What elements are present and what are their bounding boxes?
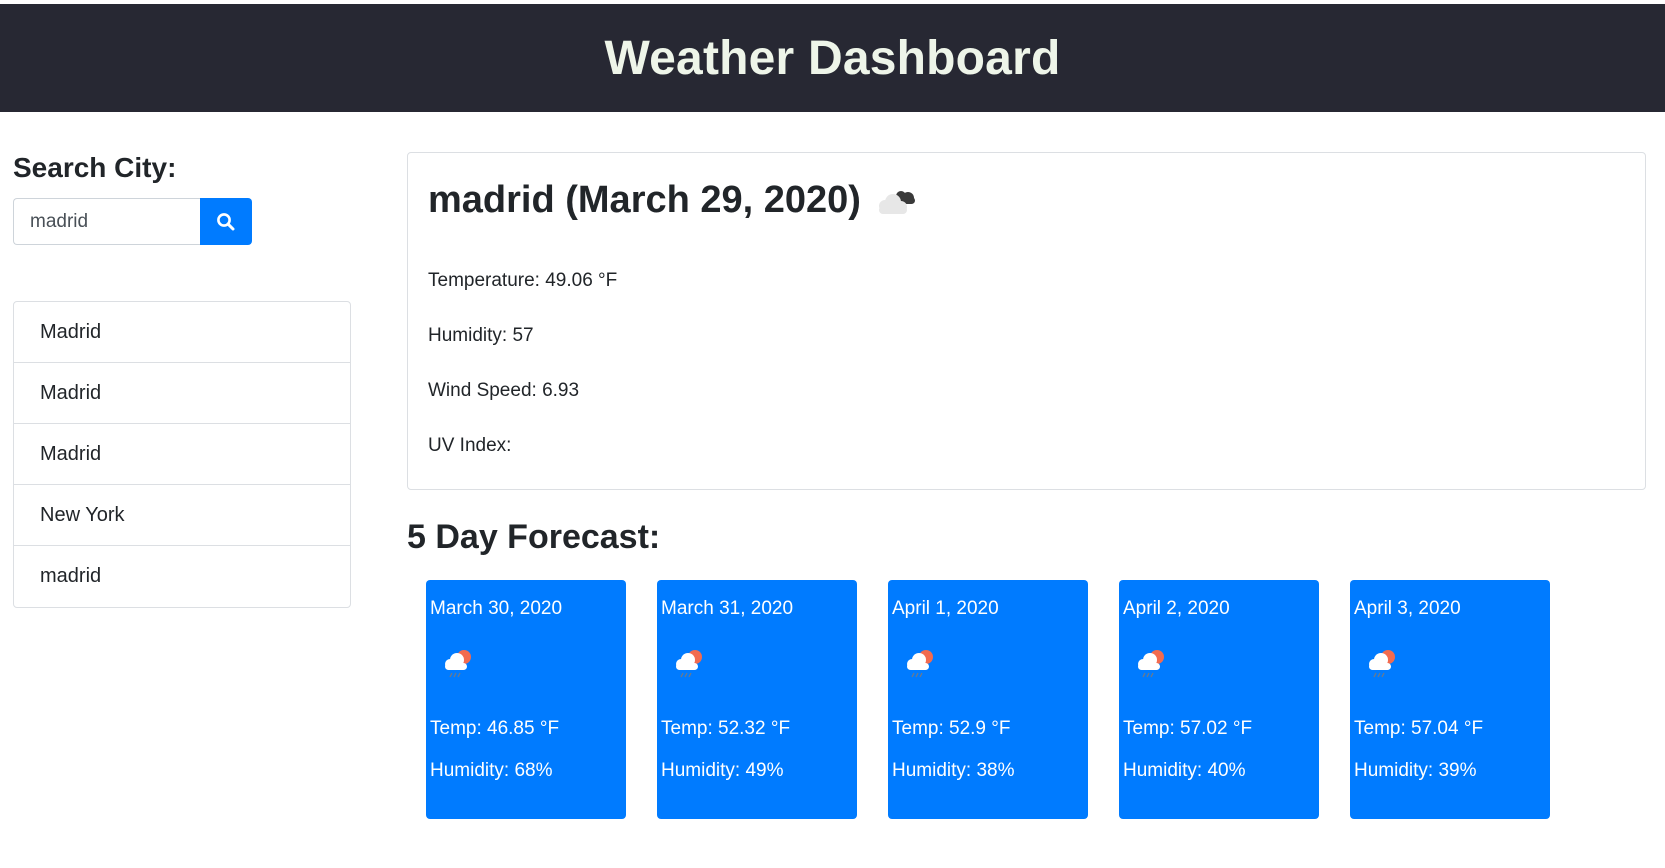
forecast-temp: Temp: 52.32 °F	[661, 718, 791, 739]
forecast-humidity: Humidity: 49%	[661, 760, 784, 781]
history-item[interactable]: Madrid	[14, 302, 350, 363]
current-weather-heading: madrid (March 29, 2020)	[428, 179, 921, 222]
forecast-card: March 31, 2020 Temp: 52.32 °F Humidity: …	[657, 580, 857, 819]
forecast-humidity: Humidity: 38%	[892, 760, 1015, 781]
current-temperature: Temperature: 49.06 °F	[428, 270, 618, 291]
forecast-card: April 3, 2020 Temp: 57.04 °F Humidity: 3…	[1350, 580, 1550, 819]
forecast-humidity: Humidity: 68%	[430, 760, 553, 781]
forecast-card: April 1, 2020 Temp: 52.9 °F Humidity: 38…	[888, 580, 1088, 819]
current-wind-speed: Wind Speed: 6.93	[428, 380, 580, 401]
forecast-date: April 3, 2020	[1354, 598, 1461, 619]
current-city-date: madrid (March 29, 2020)	[428, 179, 861, 221]
search-button[interactable]	[200, 198, 252, 245]
search-label: Search City:	[13, 152, 177, 183]
rain-sun-icon	[676, 650, 702, 678]
rain-sun-icon	[1138, 650, 1164, 678]
search-icon	[217, 212, 235, 230]
history-item[interactable]: madrid	[14, 546, 350, 607]
search-input[interactable]	[13, 198, 201, 245]
forecast-humidity: Humidity: 40%	[1123, 760, 1246, 781]
rain-sun-icon	[1369, 650, 1395, 678]
broken-clouds-icon	[878, 190, 915, 214]
forecast-heading: 5 Day Forecast:	[407, 518, 661, 556]
history-item[interactable]: Madrid	[14, 363, 350, 424]
current-uv-index: UV Index:	[428, 435, 512, 456]
page-title: Weather Dashboard	[604, 31, 1061, 85]
forecast-date: March 30, 2020	[430, 598, 563, 619]
forecast-temp: Temp: 52.9 °F	[892, 718, 1011, 739]
current-humidity: Humidity: 57	[428, 325, 534, 346]
forecast-date: April 1, 2020	[892, 598, 999, 619]
page-header: Weather Dashboard	[0, 4, 1665, 112]
history-item[interactable]: New York	[14, 485, 350, 546]
forecast-date: March 31, 2020	[661, 598, 794, 619]
rain-sun-icon	[445, 650, 471, 678]
rain-sun-icon	[907, 650, 933, 678]
forecast-temp: Temp: 46.85 °F	[430, 718, 560, 739]
forecast-humidity: Humidity: 39%	[1354, 760, 1477, 781]
history-item[interactable]: Madrid	[14, 424, 350, 485]
forecast-date: April 2, 2020	[1123, 598, 1230, 619]
search-history-list: Madrid Madrid Madrid New York madrid	[13, 301, 351, 608]
forecast-temp: Temp: 57.02 °F	[1123, 718, 1253, 739]
forecast-card: April 2, 2020 Temp: 57.02 °F Humidity: 4…	[1119, 580, 1319, 819]
forecast-temp: Temp: 57.04 °F	[1354, 718, 1484, 739]
forecast-card: March 30, 2020 Temp: 46.85 °F Humidity: …	[426, 580, 626, 819]
current-weather-card: madrid (March 29, 2020) Temperature: 49.…	[407, 152, 1646, 490]
